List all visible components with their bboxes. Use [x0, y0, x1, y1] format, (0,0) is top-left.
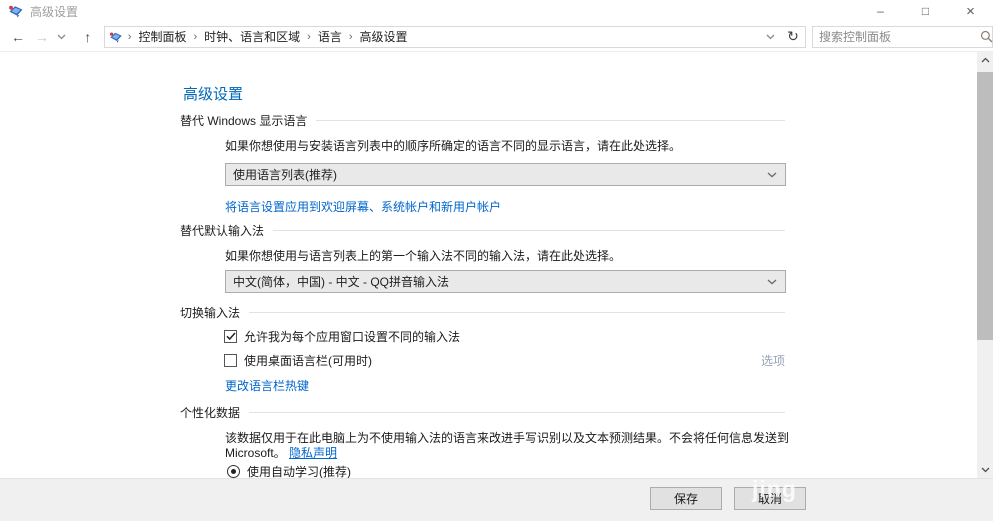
breadcrumb-item-control-panel[interactable]: 控制面板 — [136, 28, 188, 45]
section-title: 切换输入法 — [180, 304, 240, 321]
address-dropdown-icon[interactable] — [761, 34, 781, 40]
page-title: 高级设置 — [183, 83, 243, 104]
desktop-language-bar-checkbox-row[interactable]: 使用桌面语言栏(可用时) — [224, 352, 372, 369]
default-input-method-dropdown[interactable]: 中文(简体，中国) - 中文 - QQ拼音输入法 — [225, 270, 786, 293]
address-bar[interactable]: › 控制面板 › 时钟、语言和区域 › 语言 › 高级设置 ↻ — [104, 26, 806, 48]
scroll-up-icon[interactable] — [977, 52, 993, 68]
language-bar-options-link[interactable]: 选项 — [761, 352, 785, 369]
section-personalization-data: 个性化数据 — [180, 404, 785, 421]
breadcrumb-item-language[interactable]: 语言 — [316, 28, 344, 45]
cancel-button[interactable]: 取消 — [734, 487, 806, 510]
section-default-input-method: 替代默认输入法 — [180, 222, 785, 239]
maximize-button[interactable]: □ — [903, 0, 948, 22]
close-button[interactable]: × — [948, 0, 993, 22]
checkbox-unchecked[interactable] — [224, 354, 237, 367]
section-divider — [249, 312, 785, 313]
apply-language-settings-link[interactable]: 将语言设置应用到欢迎屏幕、系统帐户和新用户帐户 — [225, 198, 501, 215]
breadcrumb-separator: › — [188, 31, 202, 43]
checkmark-icon — [226, 332, 236, 341]
chevron-down-icon — [767, 172, 777, 178]
breadcrumb-item-advanced-settings[interactable]: 高级设置 — [358, 28, 410, 45]
search-input[interactable] — [813, 30, 980, 44]
per-app-input-checkbox-row[interactable]: 允许我为每个应用窗口设置不同的输入法 — [224, 328, 460, 345]
search-box — [812, 26, 993, 48]
section-switch-input-method: 切换输入法 — [180, 304, 785, 321]
app-icon — [8, 3, 24, 19]
section-title: 个性化数据 — [180, 404, 240, 421]
section-divider — [316, 120, 785, 121]
refresh-button[interactable]: ↻ — [781, 28, 805, 45]
checkbox-label: 使用桌面语言栏(可用时) — [244, 352, 372, 369]
checkbox-checked[interactable] — [224, 330, 237, 343]
dropdown-value: 中文(简体，中国) - 中文 - QQ拼音输入法 — [233, 273, 767, 290]
chevron-down-icon — [767, 279, 777, 285]
save-button[interactable]: 保存 — [650, 487, 722, 510]
up-button[interactable]: ↑ — [76, 29, 100, 45]
navigation-bar: ← → ↑ › 控制面板 › 时钟、语言和区域 › 语言 › 高级设置 ↻ — [0, 22, 993, 52]
description-text: Microsoft。 — [225, 446, 286, 460]
breadcrumb-app-icon — [109, 30, 123, 44]
breadcrumb-separator: › — [302, 31, 316, 43]
footer-bar — [0, 478, 993, 521]
section-title: 替代默认输入法 — [180, 222, 264, 239]
display-language-dropdown[interactable]: 使用语言列表(推荐) — [225, 163, 786, 186]
title-bar: 高级设置 – □ × — [0, 0, 993, 22]
radio-selected[interactable] — [227, 465, 240, 478]
display-language-description: 如果你想使用与安装语言列表中的顺序所确定的语言不同的显示语言，请在此处选择。 — [225, 137, 800, 154]
breadcrumb-item-clock-language-region[interactable]: 时钟、语言和区域 — [202, 28, 302, 45]
default-input-description: 如果你想使用与语言列表上的第一个输入法不同的输入法，请在此处选择。 — [225, 247, 800, 264]
forward-button[interactable]: → — [30, 29, 54, 45]
section-title: 替代 Windows 显示语言 — [180, 112, 307, 129]
dropdown-value: 使用语言列表(推荐) — [233, 166, 767, 183]
breadcrumb-separator: › — [344, 31, 358, 43]
section-divider — [249, 412, 785, 413]
search-icon[interactable] — [980, 30, 993, 43]
breadcrumb-separator: › — [123, 31, 137, 43]
change-language-bar-hotkeys-link[interactable]: 更改语言栏热键 — [225, 377, 309, 394]
personalization-description-line2: Microsoft。 隐私声明 — [225, 444, 337, 461]
window-title: 高级设置 — [30, 3, 78, 20]
minimize-button[interactable]: – — [858, 0, 903, 22]
checkbox-label: 允许我为每个应用窗口设置不同的输入法 — [244, 328, 460, 345]
scroll-down-icon[interactable] — [977, 462, 993, 478]
vertical-scrollbar[interactable] — [977, 52, 993, 478]
section-divider — [273, 230, 785, 231]
section-display-language: 替代 Windows 显示语言 — [180, 112, 785, 129]
back-button[interactable]: ← — [6, 29, 30, 45]
scrollbar-thumb[interactable] — [977, 72, 993, 340]
privacy-statement-link[interactable]: 隐私声明 — [289, 446, 337, 460]
radio-dot — [231, 469, 236, 474]
recent-pages-dropdown-icon[interactable] — [54, 34, 70, 40]
